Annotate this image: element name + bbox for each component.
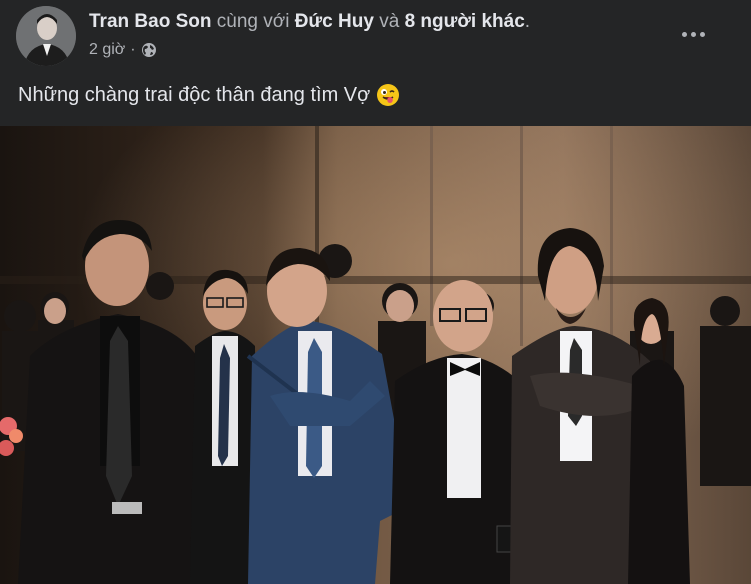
- meta-separator: ·: [130, 41, 136, 58]
- post-photo[interactable]: [0, 126, 751, 584]
- post-meta: 2 giờ ·: [89, 40, 157, 60]
- others-link[interactable]: 8 người khác: [405, 11, 525, 32]
- period-text: .: [524, 11, 531, 32]
- with-text: cùng với: [216, 11, 290, 32]
- more-options-icon[interactable]: [675, 20, 711, 48]
- globe-icon[interactable]: [141, 42, 157, 58]
- post-header: Tran Bao Son cùng với Đức Huy và 8 người…: [0, 0, 751, 72]
- tagged-person-link[interactable]: Đức Huy: [295, 11, 374, 32]
- and-text: và: [379, 11, 400, 32]
- author-line: Tran Bao Son cùng với Đức Huy và 8 người…: [89, 10, 530, 34]
- caption-text: Những chàng trai độc thân đang tìm Vợ: [18, 84, 371, 106]
- author-name-link[interactable]: Tran Bao Son: [89, 11, 211, 32]
- post-time-link[interactable]: 2 giờ: [89, 40, 125, 60]
- author-avatar[interactable]: [16, 6, 76, 66]
- post-caption: Những chàng trai độc thân đang tìm Vợ: [18, 82, 400, 108]
- winking-tongue-face-emoji: [376, 83, 400, 107]
